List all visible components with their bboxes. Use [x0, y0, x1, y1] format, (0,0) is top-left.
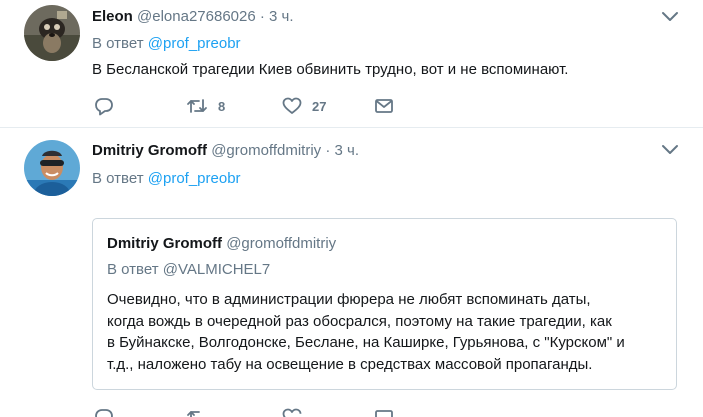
user-handle[interactable]: @gromoffdmitriy	[211, 142, 321, 159]
tweet-text: В Бесланской трагедии Киев обвинить труд…	[92, 61, 569, 78]
separator: ·	[259, 8, 265, 25]
reply-icon	[95, 98, 113, 116]
tweet-dmitriy[interactable]: Dmitriy Gromoff @gromoffdmitriy · 3 ч. В…	[0, 129, 703, 417]
reply-button[interactable]	[94, 96, 114, 116]
reply-prefix: В ответ	[92, 170, 144, 187]
tweet-actions	[94, 407, 414, 417]
quoted-text-line: Очевидно, что в администрации фюрера не …	[107, 291, 591, 308]
heart-icon	[282, 408, 302, 417]
avatar[interactable]	[24, 140, 80, 196]
like-count: 27	[312, 98, 327, 114]
reply-icon	[95, 409, 113, 417]
retweet-icon	[187, 99, 207, 113]
reply-context: В ответ @prof_preobr	[92, 170, 241, 187]
reply-mention-link[interactable]: @prof_preobr	[148, 170, 241, 187]
heart-icon	[282, 97, 302, 114]
reply-button[interactable]	[94, 407, 114, 417]
quoted-user-handle: @gromoffdmitriy	[226, 235, 337, 252]
avatar-image	[24, 5, 80, 61]
quoted-reply-context: В ответ @VALMICHEL7	[107, 261, 271, 278]
retweet-icon	[187, 411, 200, 417]
quoted-text-line: в Буйнакске, Волгодонске, Беслане, на Ка…	[107, 334, 625, 351]
user-handle[interactable]: @elona27686026	[137, 8, 256, 25]
like-button[interactable]	[282, 407, 302, 417]
retweet-button[interactable]: 8	[186, 96, 225, 116]
separator: ·	[325, 142, 331, 159]
like-button[interactable]: 27	[282, 96, 326, 116]
retweet-button[interactable]	[186, 407, 208, 417]
direct-message-button[interactable]	[374, 96, 394, 116]
quoted-text-line: т.д., наложено табу на освещение в средс…	[107, 355, 593, 373]
quoted-tweet[interactable]: Dmitriy Gromoff @gromoffdmitriy В ответ …	[92, 218, 677, 390]
chevron-down-icon[interactable]	[661, 143, 679, 155]
tweet-eleon[interactable]: Eleon @elona27686026 · 3 ч. В ответ @pro…	[0, 0, 703, 128]
envelope-icon	[375, 99, 393, 113]
quoted-display-name: Dmitriy Gromoff	[107, 235, 223, 252]
avatar-image	[24, 140, 80, 196]
retweet-count: 8	[218, 98, 226, 114]
avatar[interactable]	[24, 5, 80, 61]
quoted-text-line: когда вождь в очередной раз обосрался, п…	[107, 312, 612, 330]
tweet-header: Dmitriy Gromoff @gromoffdmitriy · 3 ч.	[92, 142, 359, 159]
timestamp[interactable]: 3 ч.	[335, 142, 360, 159]
envelope-icon	[375, 410, 393, 417]
reply-mention-link[interactable]: @prof_preobr	[148, 35, 241, 52]
direct-message-button[interactable]	[374, 407, 394, 417]
chevron-down-icon[interactable]	[661, 10, 679, 22]
timestamp[interactable]: 3 ч.	[269, 8, 294, 25]
quoted-tweet-header: Dmitriy Gromoff @gromoffdmitriy	[107, 235, 336, 252]
tweet-header: Eleon @elona27686026 · 3 ч.	[92, 8, 294, 25]
reply-context: В ответ @prof_preobr	[92, 35, 241, 52]
quoted-tweet-text: Очевидно, что в администрации фюрера не …	[107, 289, 672, 375]
display-name[interactable]: Eleon	[92, 8, 133, 25]
reply-prefix: В ответ	[92, 35, 144, 52]
display-name[interactable]: Dmitriy Gromoff	[92, 142, 207, 159]
tweet-actions: 8 27	[94, 96, 414, 118]
